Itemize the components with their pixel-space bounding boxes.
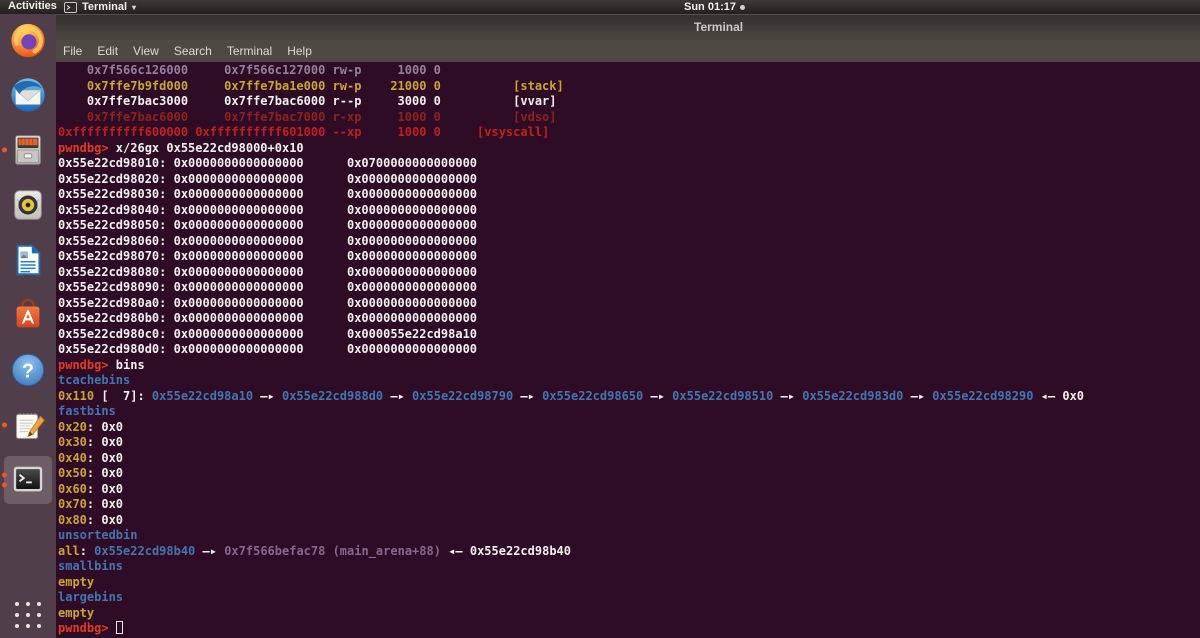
running-indicator <box>2 147 7 153</box>
terminal-line: pwndbg> x/26gx 0x55e22cd98000+0x10 <box>58 140 304 155</box>
running-indicator <box>2 422 7 428</box>
terminal-line: empty <box>58 574 95 589</box>
terminal-line: 0x55e22cd98040: 0x0000000000000000 0x000… <box>58 202 478 217</box>
terminal-line: 0x55e22cd980c0: 0x0000000000000000 0x000… <box>58 326 478 341</box>
running-indicator <box>2 472 7 488</box>
terminal-icon <box>13 466 43 492</box>
dock-item-text-editor[interactable] <box>0 405 56 445</box>
terminal-line: 0x55e22cd98080: 0x0000000000000000 0x000… <box>58 264 478 279</box>
chevron-down-icon: ▾ <box>132 2 137 12</box>
window-title: Terminal <box>694 20 744 34</box>
terminal-line: 0x60: 0x0 <box>58 481 124 496</box>
dock-item-rhythmbox[interactable] <box>0 185 56 225</box>
terminal-line: pwndbg> bins <box>58 357 145 372</box>
dock-item-files[interactable] <box>0 130 56 170</box>
help-icon: ? <box>11 353 45 387</box>
terminal-line: 0x20: 0x0 <box>58 419 124 434</box>
libreoffice-writer-icon <box>16 244 41 276</box>
dock-item-ubuntu-software[interactable] <box>0 295 56 335</box>
activities-button[interactable]: Activities <box>8 0 57 13</box>
clock-label: Sun 01:17 <box>684 0 736 13</box>
terminal-cursor <box>115 621 123 634</box>
terminal-line: 0x55e22cd98030: 0x0000000000000000 0x000… <box>58 187 478 201</box>
terminal-line: 0x30: 0x0 <box>58 435 124 449</box>
thunderbird-icon <box>11 78 45 112</box>
dock-item-thunderbird[interactable] <box>0 75 56 115</box>
clock-button[interactable]: Sun 01:17 <box>684 0 745 14</box>
firefox-icon <box>11 23 45 58</box>
terminal-line: pwndbg> <box>58 621 1200 637</box>
desktop: Activities Terminal ▾ Sun 01:17 ? Termin… <box>0 0 1200 638</box>
dock-item-help[interactable]: ? <box>0 350 56 390</box>
terminal-line: 0x55e22cd98060: 0x0000000000000000 0x000… <box>58 233 478 248</box>
files-icon <box>15 135 41 165</box>
text-editor-icon <box>16 413 45 439</box>
terminal-line: tcachebins <box>58 373 131 387</box>
terminal-line: fastbins <box>58 404 116 418</box>
terminal-line: 0x55e22cd98050: 0x0000000000000000 0x000… <box>58 218 478 232</box>
terminal-line: all: 0x55e22cd98b40 —▸ 0x7f566befac78 (m… <box>58 543 571 558</box>
terminal-line: 0x80: 0x0 <box>58 512 124 527</box>
terminal-line: 0x40: 0x0 <box>58 450 124 465</box>
terminal-line: 0x55e22cd98090: 0x0000000000000000 0x000… <box>58 280 478 294</box>
top-bar: Activities Terminal ▾ Sun 01:17 <box>0 0 1200 14</box>
terminal-line: 0x7f566c126000 0x7f566c127000 rw-p 1000 … <box>58 63 441 77</box>
ubuntu-software-icon <box>16 298 40 328</box>
svg-text:?: ? <box>22 361 34 383</box>
show-applications-grid-icon <box>15 602 41 628</box>
app-menu-button[interactable]: Terminal ▾ <box>64 0 136 14</box>
terminal-line: 0x7ffe7bac3000 0x7ffe7bac6000 r--p 3000 … <box>58 94 557 108</box>
terminal-line: 0x70: 0x0 <box>58 497 124 511</box>
menu-help[interactable]: Help <box>287 44 312 58</box>
terminal-line: 0x55e22cd98020: 0x0000000000000000 0x000… <box>58 171 478 186</box>
terminal-line: 0x7ffe7bac6000 0x7ffe7bac7000 r-xp 1000 … <box>58 109 557 124</box>
menu-terminal[interactable]: Terminal <box>227 44 272 58</box>
dock-item-terminal[interactable] <box>0 456 56 504</box>
menu-edit[interactable]: Edit <box>97 44 118 58</box>
terminal-window: Terminal File Edit View Search Terminal … <box>56 14 1200 638</box>
terminal-line: 0x110 [ 7]: 0x55e22cd98a10 —▸ 0x55e22cd9… <box>58 388 1085 403</box>
dock-item-libreoffice-writer[interactable] <box>0 240 56 280</box>
terminal-line: 0x55e22cd980b0: 0x0000000000000000 0x000… <box>58 311 478 325</box>
terminal-line: 0x7ffe7b9fd000 0x7ffe7ba1e000 rw-p 21000… <box>58 78 564 93</box>
menu-view[interactable]: View <box>133 44 159 58</box>
show-applications-button[interactable] <box>0 602 56 628</box>
dock: ? <box>0 14 56 638</box>
terminal-line: unsortedbin <box>58 528 138 542</box>
menu-bar: File Edit View Search Terminal Help <box>56 40 1200 62</box>
notification-dot-icon <box>739 4 745 10</box>
rhythmbox-icon <box>14 190 42 220</box>
terminal-line: 0x55e22cd980d0: 0x0000000000000000 0x000… <box>58 342 478 356</box>
terminal-line: 0x55e22cd98070: 0x0000000000000000 0x000… <box>58 249 478 263</box>
terminal-line: 0x55e22cd98010: 0x0000000000000000 0x070… <box>58 156 478 170</box>
terminal-line: smallbins <box>58 559 124 573</box>
terminal-line: 0x50: 0x0 <box>58 466 124 480</box>
menu-file[interactable]: File <box>63 44 82 58</box>
terminal-line: empty <box>58 605 95 620</box>
terminal-mini-icon <box>64 1 77 13</box>
dock-item-firefox[interactable] <box>0 20 56 60</box>
terminal-line: 0x55e22cd980a0: 0x0000000000000000 0x000… <box>58 295 478 310</box>
terminal-line: largebins <box>58 590 124 604</box>
app-menu-label: Terminal <box>82 1 128 13</box>
terminal-output[interactable]: 0x7f566c126000 0x7f566c127000 rw-p 1000 … <box>56 62 1200 638</box>
terminal-line: 0xffffffffff600000 0xffffffffff601000 --… <box>58 125 550 139</box>
title-bar[interactable]: Terminal <box>56 14 1200 40</box>
menu-search[interactable]: Search <box>174 44 212 58</box>
